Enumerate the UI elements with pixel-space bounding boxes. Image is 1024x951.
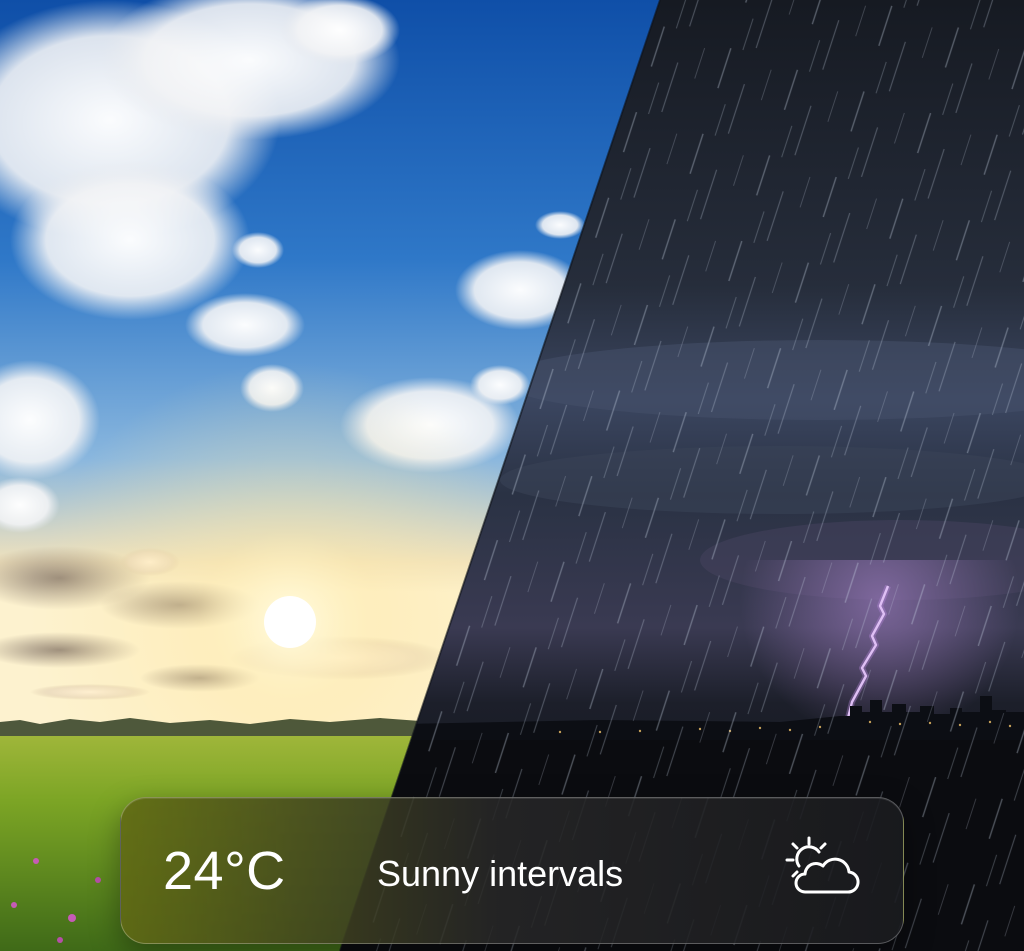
partly-cloudy-sun-icon [785,836,860,894]
temperature-readout: 24°C [163,841,286,901]
weather-stage: 24°C Sunny intervals [0,0,1024,951]
weather-summary-card: 24°C Sunny intervals [120,797,904,944]
condition-label: Sunny intervals [377,853,624,894]
